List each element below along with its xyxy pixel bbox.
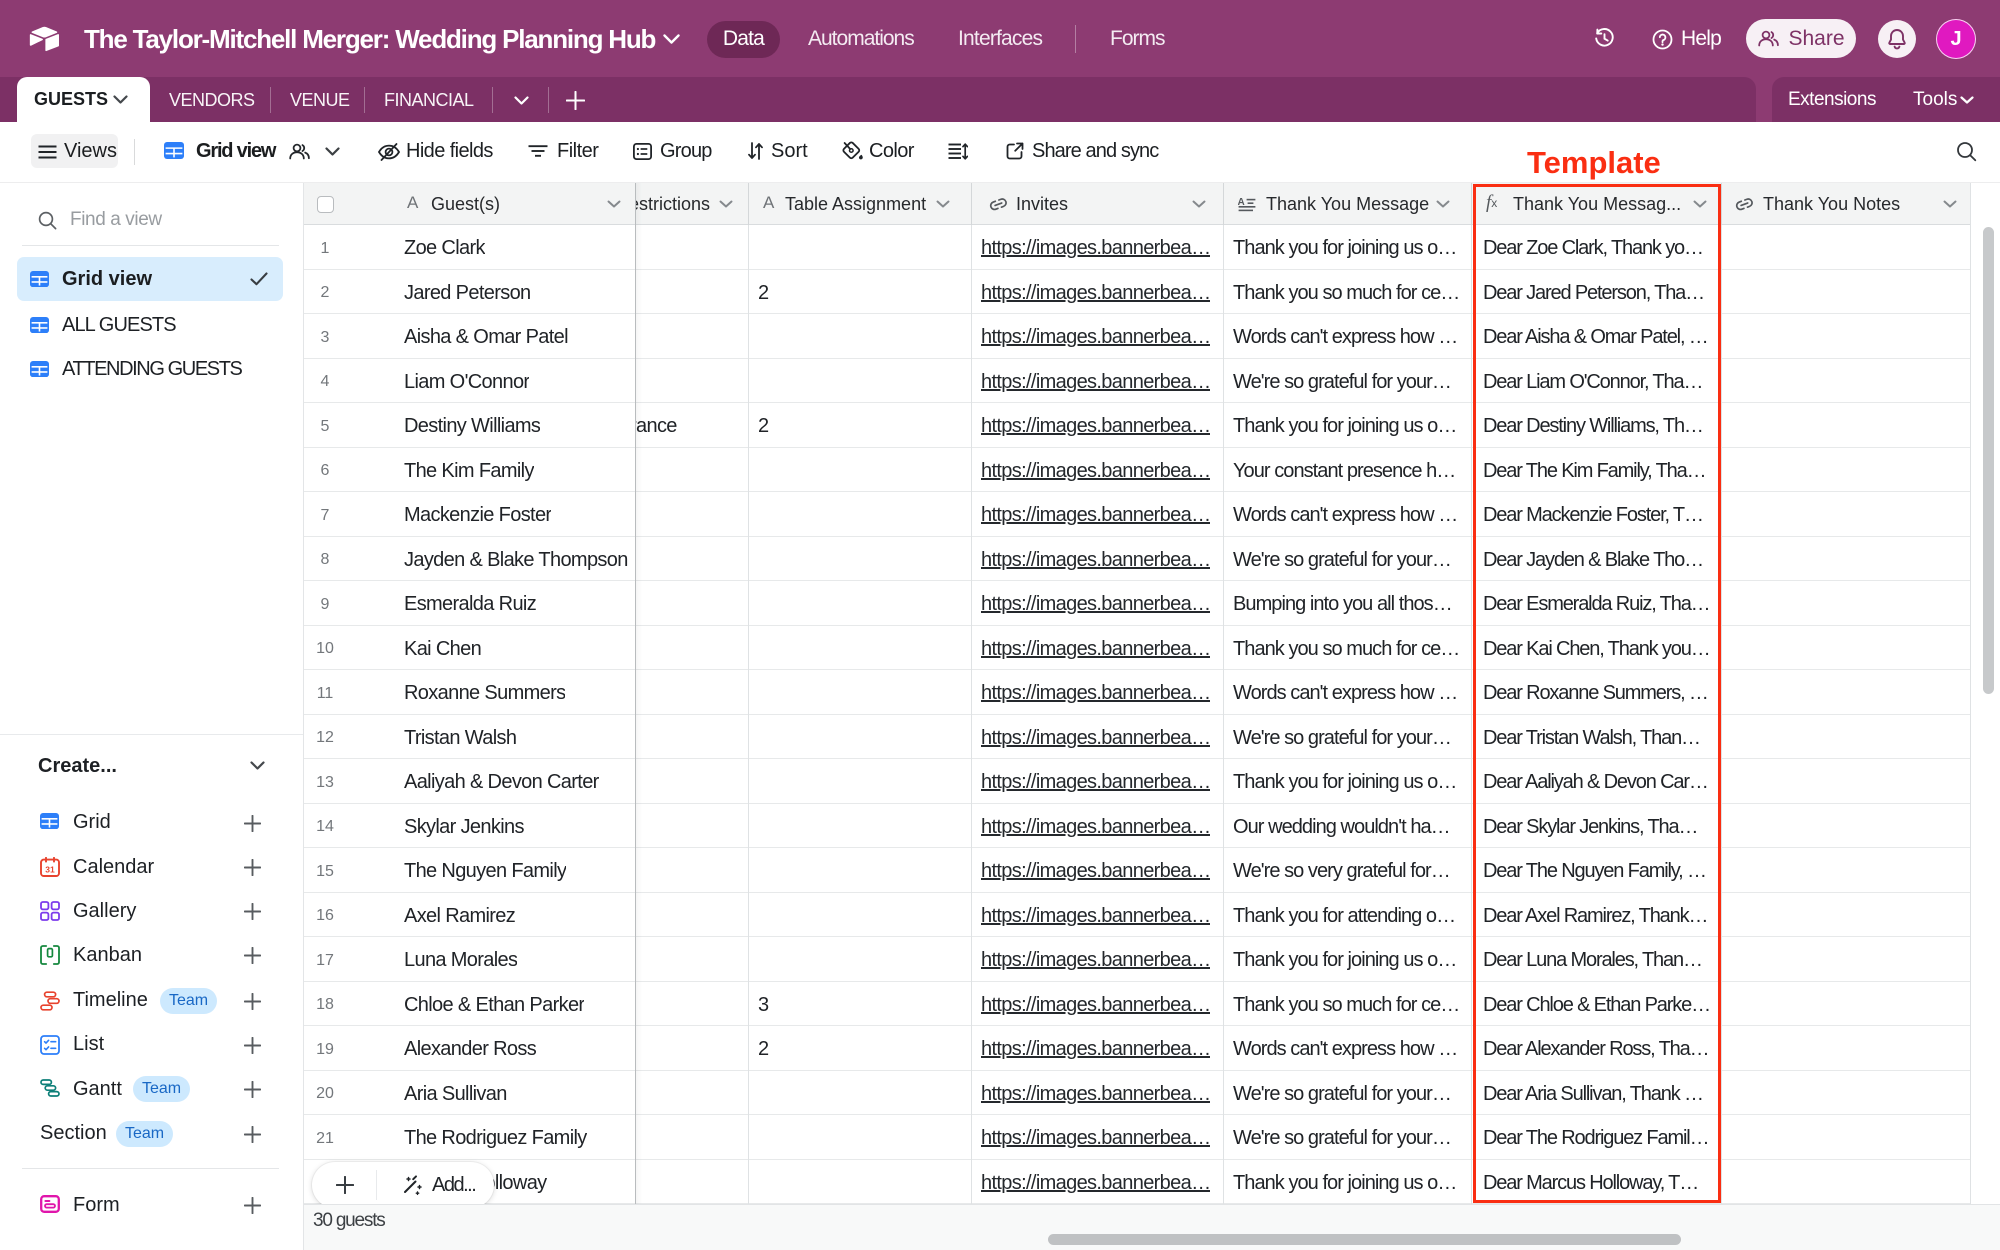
svg-text:31: 31: [45, 865, 55, 875]
